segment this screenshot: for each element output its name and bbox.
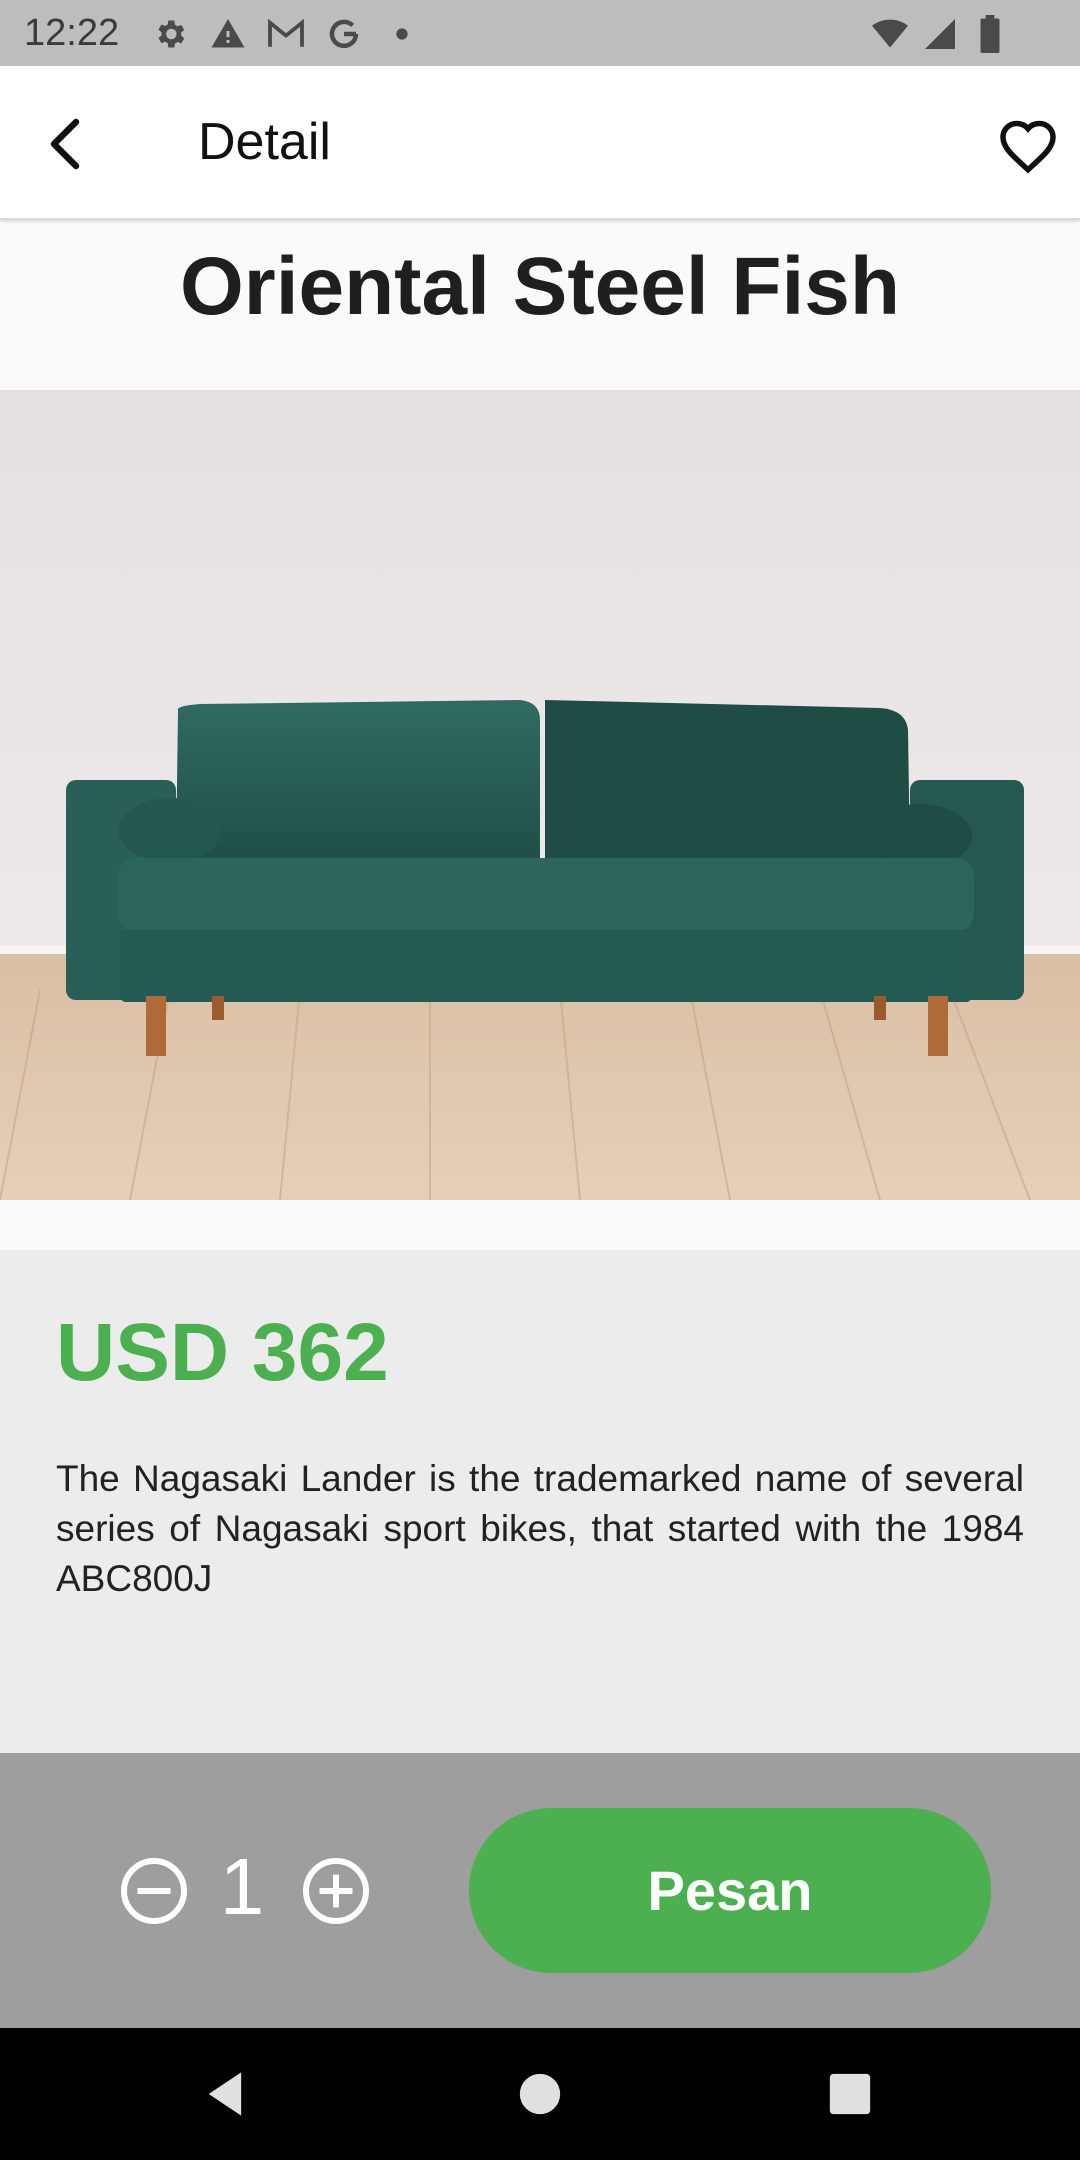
status-bar: 12:22 bbox=[0, 0, 1080, 66]
settings-icon bbox=[150, 14, 190, 54]
order-button[interactable]: Pesan bbox=[469, 1808, 991, 1973]
back-button[interactable] bbox=[28, 106, 104, 182]
nav-recents-icon[interactable] bbox=[828, 2072, 872, 2116]
minus-circle-icon bbox=[121, 1858, 187, 1924]
product-description: The Nagasaki Lander is the trademarked n… bbox=[56, 1458, 1024, 1599]
page-title: Detail bbox=[198, 113, 331, 171]
nav-home-icon[interactable] bbox=[518, 2072, 562, 2116]
battery-icon bbox=[970, 14, 1010, 54]
product-title: Oriental Steel Fish bbox=[180, 241, 900, 332]
status-time: 12:22 bbox=[24, 12, 120, 54]
plus-circle-icon bbox=[303, 1858, 369, 1924]
product-info-panel: USD 362 The Nagasaki Lander is the trade… bbox=[0, 1250, 1080, 1753]
system-nav-bar bbox=[0, 2028, 1080, 2160]
product-image bbox=[0, 390, 1080, 1200]
heart-outline-icon bbox=[1000, 120, 1056, 174]
app-bar: Detail bbox=[0, 66, 1080, 220]
quantity-value: 1 bbox=[219, 1842, 265, 1931]
google-icon bbox=[324, 14, 364, 54]
dot-icon bbox=[382, 14, 422, 54]
nav-back-icon[interactable] bbox=[200, 2068, 252, 2120]
status-icons-left bbox=[150, 14, 422, 54]
wifi-icon bbox=[870, 14, 910, 54]
signal-icon bbox=[920, 14, 960, 54]
arrow-back-icon bbox=[50, 118, 80, 170]
quantity-decrease-button[interactable] bbox=[116, 1853, 192, 1929]
order-bar: 1 Pesan bbox=[0, 1753, 1080, 2028]
warning-icon bbox=[208, 14, 248, 54]
status-icons-right bbox=[870, 14, 1010, 54]
favorite-button[interactable] bbox=[990, 108, 1066, 184]
quantity-increase-button[interactable] bbox=[298, 1853, 374, 1929]
product-price: USD 362 bbox=[56, 1307, 389, 1398]
gmail-icon bbox=[266, 14, 306, 54]
